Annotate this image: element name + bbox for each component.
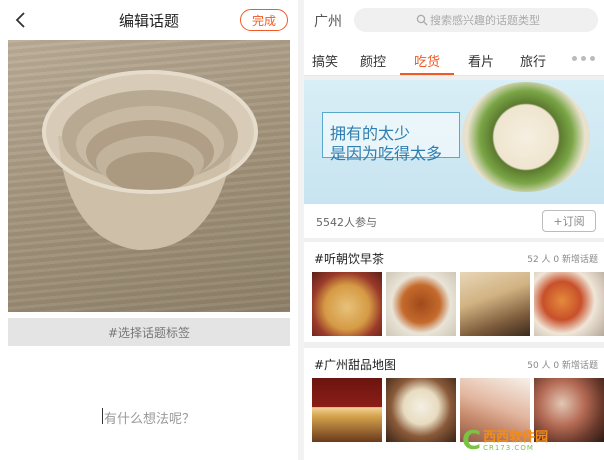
search-placeholder: 搜索感兴趣的话题类型 <box>430 14 540 27</box>
active-tab-indicator <box>400 73 454 75</box>
edit-topic-screen: 编辑话题 完成 #选择话题标签 有什么想法呢？ <box>0 0 298 460</box>
tab-foodie[interactable]: 吃货 <box>414 51 440 70</box>
tab-travel[interactable]: 旅行 <box>520 51 546 70</box>
tab-movies[interactable]: 看片 <box>468 51 494 70</box>
watermark-site: CR173.COM <box>483 443 534 452</box>
subscribe-button[interactable]: +订阅 <box>542 210 596 232</box>
topic-meta: 52 人 0 新增话题 <box>527 255 598 265</box>
topic-photo[interactable] <box>8 40 290 312</box>
banner-line-2: 是因为吃得太多 <box>330 144 443 163</box>
watermark-brand: 西西软件园 <box>483 429 549 445</box>
snack-platter-thumbnail[interactable] <box>534 272 604 336</box>
more-icon[interactable] <box>572 56 595 61</box>
edit-topic-header: 编辑话题 完成 <box>0 0 298 40</box>
topic-meta: 50 人 0 新增话题 <box>527 361 598 371</box>
top-bar: 广州 搜索感兴趣的话题类型 <box>304 0 604 40</box>
watermark-logo-icon: C <box>462 426 482 456</box>
search-icon <box>416 14 428 26</box>
tab-funny[interactable]: 搞笑 <box>312 51 338 70</box>
text-cursor <box>102 408 103 424</box>
braised-dish-thumbnail[interactable] <box>386 272 456 336</box>
search-input[interactable]: 搜索感兴趣的话题类型 <box>354 8 598 32</box>
subscribe-row: 5542人参与 +订阅 <box>304 204 604 238</box>
topic-banner[interactable]: 拥有的太少 是因为吃得太多 <box>304 80 604 204</box>
tab-looks[interactable]: 颜控 <box>360 51 386 70</box>
topic-tag-selector[interactable]: #选择话题标签 <box>8 318 290 346</box>
site-watermark: C 西西软件园 CR173.COM <box>462 426 602 456</box>
back-icon[interactable] <box>10 8 32 32</box>
category-tabs: 搞笑 颜控 吃货 看片 旅行 <box>304 40 604 76</box>
topic-title[interactable]: #广州甜品地图 <box>314 356 396 373</box>
ice-cream-thumbnail[interactable] <box>386 378 456 442</box>
topic-browse-screen: 广州 搜索感兴趣的话题类型 搞笑 颜控 吃货 看片 旅行 拥有的太少 是因为吃得… <box>304 0 604 460</box>
screen: 编辑话题 完成 #选择话题标签 有什么想法呢？ 广州 搜索感兴趣的话题类型 搞笑… <box>0 0 604 460</box>
city-selector[interactable]: 广州 <box>314 11 342 31</box>
topic-title[interactable]: #听朝饮早茶 <box>314 250 384 267</box>
page-title: 编辑话题 <box>118 11 179 30</box>
done-button[interactable]: 完成 <box>240 9 288 31</box>
tea-table-thumbnail[interactable] <box>460 272 530 336</box>
dim-sum-thumbnail[interactable] <box>312 272 382 336</box>
participant-count: 5542人参与 <box>316 216 377 229</box>
dessert-shop-sign-thumbnail[interactable] <box>312 378 382 442</box>
topic-thumbnails <box>312 272 604 336</box>
salad-bowl-image <box>462 82 590 192</box>
topic-card[interactable]: #听朝饮早茶 52 人 0 新增话题 <box>304 242 604 342</box>
thought-input[interactable]: 有什么想法呢？ <box>104 408 195 427</box>
